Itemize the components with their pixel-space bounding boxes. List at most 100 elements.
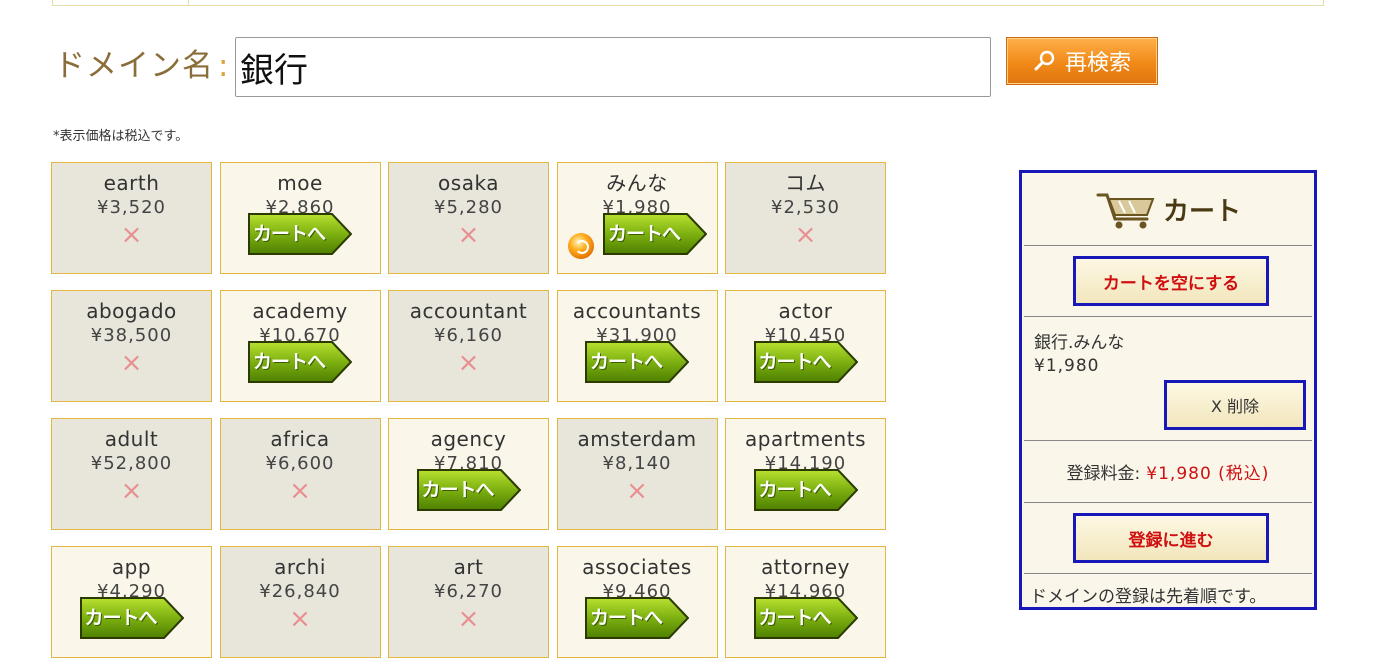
domain-tld-name: africa [270, 427, 330, 451]
domain-cell: africa ¥6,600 × [219, 418, 381, 530]
add-to-cart-button[interactable]: カートへ [753, 594, 858, 640]
cart-item-domain: 銀行.みんな [1034, 333, 1125, 353]
add-to-cart-label: カートへ [590, 351, 663, 373]
add-to-cart-button[interactable]: カートへ [585, 594, 689, 640]
domain-cell: adult ¥52,800 × [51, 418, 212, 530]
domain-cell: actor ¥10,450 カートへ [725, 290, 886, 402]
add-to-cart-button[interactable]: カートへ [753, 466, 858, 512]
domain-tld-name: moe [277, 171, 323, 195]
add-to-cart-label: カートへ [758, 479, 832, 501]
add-to-cart-label: カートへ [590, 607, 663, 629]
domain-cell: moe ¥2,860 カートへ [219, 162, 381, 274]
first-come-note: ドメインの登録は先着順です。 [1030, 587, 1267, 607]
domain-tld-name: associates [582, 555, 692, 579]
domain-cell: academy ¥10,670 カートへ [219, 290, 381, 402]
domain-cell: earth ¥3,520 × [51, 162, 212, 274]
domain-tld-name: みんな [606, 171, 668, 195]
empty-cart-button[interactable]: カートを空にする [1073, 256, 1269, 306]
add-to-cart-button[interactable]: カートへ [753, 338, 858, 384]
domain-cell: osaka ¥5,280 × [388, 162, 549, 274]
add-to-cart-label: カートへ [421, 479, 495, 501]
delete-item-button[interactable]: X 削除 [1164, 380, 1306, 430]
domain-tld-name: accountant [409, 299, 528, 323]
cart-item-price: ¥1,980 [1034, 356, 1100, 376]
add-to-cart-label: カートへ [253, 351, 326, 373]
domain-cell: archi ¥26,840 × [219, 546, 381, 658]
add-to-cart-button[interactable]: カートへ [248, 338, 352, 384]
proceed-to-register-button[interactable]: 登録に進む [1073, 513, 1269, 563]
add-to-cart-label: カートへ [608, 223, 681, 245]
in-cart-refresh-icon[interactable] [567, 233, 594, 259]
cart-header: カート [1024, 173, 1312, 246]
domain-tld-name: osaka [438, 171, 499, 195]
domain-cell: app ¥4,290 カートへ [51, 546, 212, 658]
add-to-cart-button[interactable]: カートへ [416, 466, 521, 512]
search-icon [1034, 50, 1055, 71]
domain-tld-name: accountants [572, 299, 702, 323]
domain-tld-name: apartments [745, 427, 866, 451]
shopping-cart-icon [1096, 193, 1155, 229]
domain-price: ¥5,280 [434, 197, 503, 218]
add-to-cart-label: カートへ [253, 223, 326, 245]
domain-price: ¥2,530 [771, 197, 840, 218]
cart-title: カート [1162, 196, 1241, 227]
domain-tld-name: adult [104, 427, 159, 451]
cart-item: 銀行.みんな ¥1,980 X 削除 [1024, 317, 1312, 441]
domain-price: ¥38,500 [90, 325, 173, 346]
domain-cell: apartments ¥14,190 カートへ [725, 418, 886, 530]
unavailable-x-icon: × [626, 476, 648, 506]
domain-tld-name: attorney [761, 555, 850, 579]
search-label: ドメイン名: [54, 48, 230, 84]
unavailable-x-icon: × [120, 220, 143, 250]
domain-tld-name: abogado [86, 299, 177, 323]
domain-price: ¥6,270 [434, 581, 503, 602]
domain-price: ¥52,800 [90, 453, 173, 474]
domain-cell: art ¥6,270 × [388, 546, 549, 658]
domain-tld-name: app [111, 555, 152, 579]
add-to-cart-label: カートへ [84, 607, 158, 629]
unavailable-x-icon: × [794, 220, 817, 250]
cart-panel: カート カートを空にする 銀行.みんな ¥1,980 X 削除 登録料金: ¥1… [1019, 170, 1317, 610]
domain-price: ¥6,600 [265, 453, 335, 474]
unavailable-x-icon: × [457, 220, 480, 250]
domain-search-input[interactable] [235, 37, 991, 97]
unavailable-x-icon: × [457, 348, 480, 378]
unavailable-x-icon: × [120, 348, 143, 378]
fee-value: ¥1,980 (税込) [1146, 464, 1270, 484]
domain-cell: attorney ¥14,960 カートへ [725, 546, 886, 658]
domain-cell: associates ¥9,460 カートへ [556, 546, 718, 658]
domain-cell: agency ¥7,810 カートへ [388, 418, 549, 530]
fee-label: 登録料金: [1066, 464, 1141, 484]
domain-tld-name: amsterdam [577, 427, 697, 451]
domain-cell: accountant ¥6,160 × [388, 290, 549, 402]
unavailable-x-icon: × [289, 604, 311, 634]
domain-price: ¥3,520 [97, 197, 166, 218]
add-to-cart-button[interactable]: カートへ [585, 338, 689, 384]
domain-price: ¥6,160 [434, 325, 503, 346]
domain-tld-name: earth [103, 171, 160, 195]
add-to-cart-label: カートへ [758, 607, 832, 629]
domain-price: ¥26,840 [259, 581, 341, 602]
unavailable-x-icon: × [289, 476, 311, 506]
domain-tld-name: actor [778, 299, 833, 323]
add-to-cart-button[interactable]: カートへ [79, 594, 184, 640]
unavailable-x-icon: × [120, 476, 143, 506]
domain-tld-name: agency [430, 427, 507, 451]
add-to-cart-button[interactable]: カートへ [248, 210, 352, 256]
domain-cell: コム ¥2,530 × [725, 162, 886, 274]
unavailable-x-icon: × [457, 604, 480, 634]
domain-tld-name: academy [252, 299, 348, 323]
registration-fee: 登録料金: ¥1,980 (税込) [1024, 441, 1312, 503]
domain-price: ¥8,140 [602, 453, 672, 474]
top-table-border [52, 0, 1324, 6]
research-button[interactable]: 再検索 [1006, 37, 1158, 85]
domain-cell: accountants ¥31,900 カートへ [556, 290, 718, 402]
domain-tld-name: コム [785, 171, 826, 195]
domain-tld-name: art [453, 555, 484, 579]
domain-cell: abogado ¥38,500 × [51, 290, 212, 402]
domain-cell: amsterdam ¥8,140 × [556, 418, 718, 530]
add-to-cart-button[interactable]: カートへ [603, 210, 707, 256]
tax-note: *表示価格は税込です。 [53, 129, 189, 144]
domain-cell: みんな ¥1,980 カートへ [556, 162, 718, 274]
add-to-cart-label: カートへ [758, 351, 832, 373]
